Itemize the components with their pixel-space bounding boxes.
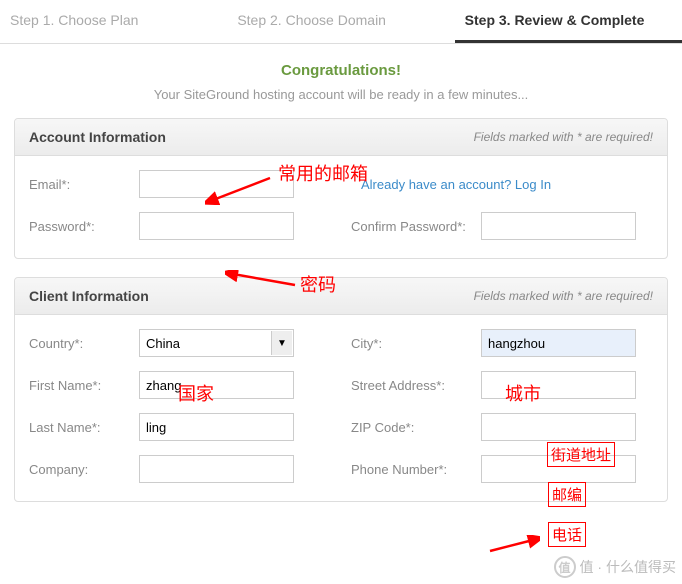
firstname-input[interactable] — [139, 371, 294, 399]
client-title: Client Information — [29, 288, 149, 304]
confirm-label: Confirm Password*: — [351, 219, 481, 234]
country-select[interactable]: China — [139, 329, 294, 357]
city-label: City*: — [351, 336, 481, 351]
email-input[interactable] — [139, 170, 294, 198]
phone-label: Phone Number*: — [351, 462, 481, 477]
client-panel: Client Information Fields marked with * … — [14, 277, 668, 502]
arrow-icon — [485, 535, 540, 557]
lastname-label: Last Name*: — [29, 420, 139, 435]
street-label: Street Address*: — [351, 378, 481, 393]
annotation-phone: 电话 — [548, 522, 586, 547]
login-link[interactable]: Already have an account? Log In — [361, 177, 551, 192]
zip-label: ZIP Code*: — [351, 420, 481, 435]
account-panel: Account Information Fields marked with *… — [14, 118, 668, 259]
watermark: 值 值 · 什么值得买 — [554, 556, 676, 578]
tab-step2[interactable]: Step 2. Choose Domain — [227, 0, 454, 43]
step-tabs: Step 1. Choose Plan Step 2. Choose Domai… — [0, 0, 682, 44]
city-input[interactable] — [481, 329, 636, 357]
congrats-heading: Congratulations! — [0, 62, 682, 79]
password-input[interactable] — [139, 212, 294, 240]
company-label: Company: — [29, 462, 139, 477]
zip-input[interactable] — [481, 413, 636, 441]
country-label: Country*: — [29, 336, 139, 351]
street-input[interactable] — [481, 371, 636, 399]
account-title: Account Information — [29, 129, 166, 145]
tab-step3[interactable]: Step 3. Review & Complete — [455, 0, 682, 43]
congrats-subtext: Your SiteGround hosting account will be … — [0, 87, 682, 102]
watermark-text: 值 · 什么值得买 — [580, 557, 676, 577]
required-note-2: Fields marked with * are required! — [474, 289, 653, 303]
tab-step1[interactable]: Step 1. Choose Plan — [0, 0, 227, 43]
company-input[interactable] — [139, 455, 294, 483]
phone-input[interactable] — [481, 455, 636, 483]
required-note: Fields marked with * are required! — [474, 130, 653, 144]
email-label: Email*: — [29, 177, 139, 192]
lastname-input[interactable] — [139, 413, 294, 441]
watermark-logo-icon: 值 — [554, 556, 576, 578]
confirm-password-input[interactable] — [481, 212, 636, 240]
password-label: Password*: — [29, 219, 139, 234]
firstname-label: First Name*: — [29, 378, 139, 393]
